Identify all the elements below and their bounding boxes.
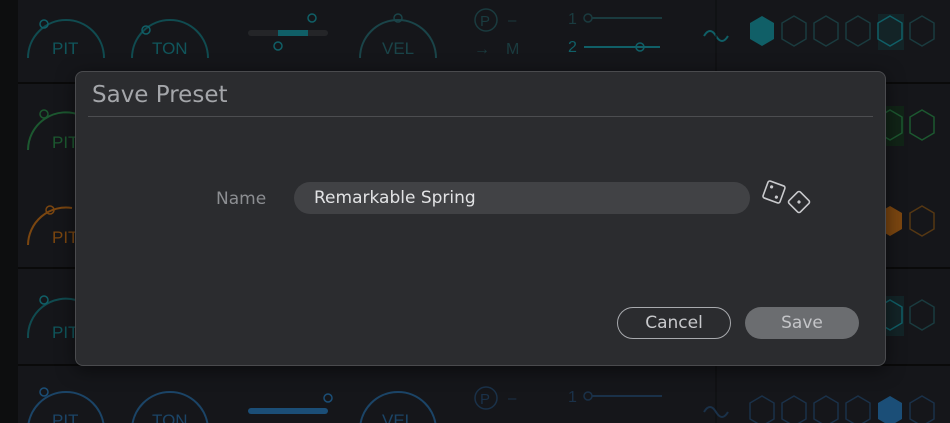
save-preset-dialog: Save Preset Name Cancel Save <box>75 71 886 366</box>
dialog-title: Save Preset <box>92 82 228 108</box>
dice-icon[interactable] <box>761 180 815 216</box>
preset-name-input[interactable] <box>294 182 750 214</box>
save-button[interactable]: Save <box>745 307 859 339</box>
cancel-button[interactable]: Cancel <box>617 307 731 339</box>
name-label: Name <box>216 189 267 209</box>
title-divider <box>88 116 873 117</box>
